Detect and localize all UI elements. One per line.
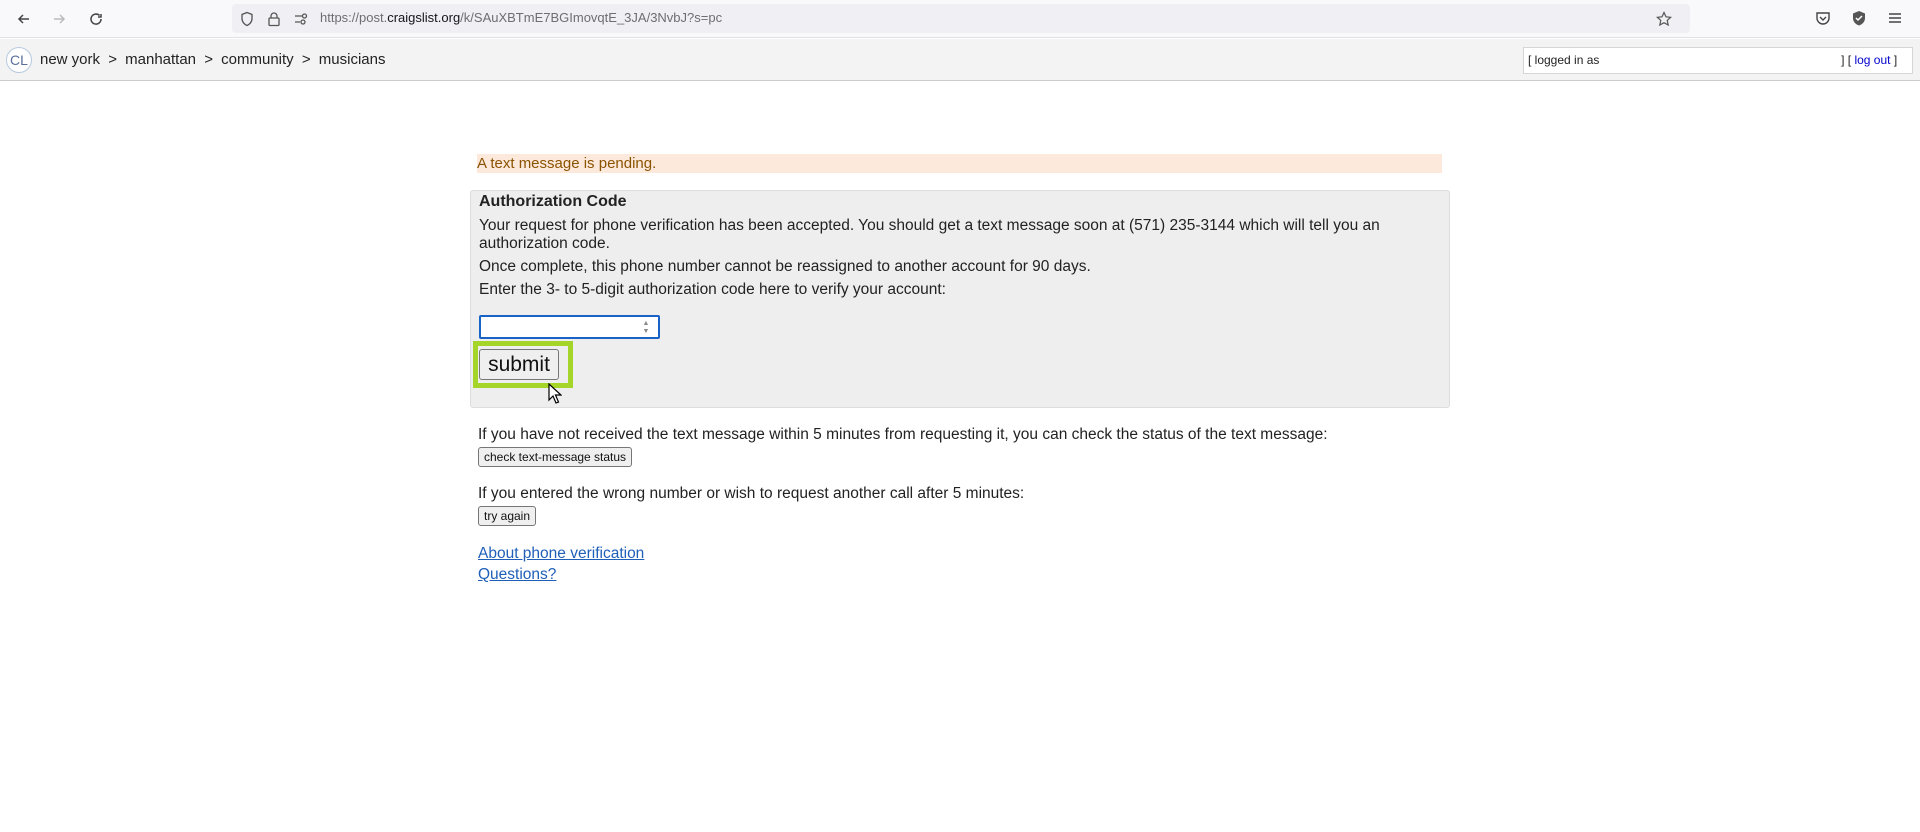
address-bar[interactable]: https://post.craigslist.org/k/SAuXBTmE7B… [232, 4, 1690, 33]
number-spinner[interactable]: ▲ ▼ [639, 320, 653, 336]
logout-link[interactable]: log out [1854, 53, 1890, 67]
back-arrow-icon [17, 14, 29, 24]
breadcrumb-manhattan[interactable]: manhattan [125, 51, 196, 68]
mouse-cursor-icon [548, 383, 562, 404]
login-suffix: ] [1893, 53, 1898, 67]
login-mid: ] [ [1841, 53, 1852, 67]
site-header: CL new york > manhattan > community > mu… [0, 39, 1920, 81]
back-button[interactable] [12, 7, 36, 31]
authorization-code-input[interactable] [479, 315, 660, 339]
breadcrumb-new-york[interactable]: new york [40, 51, 100, 68]
authorization-panel: Authorization Code Your request for phon… [470, 190, 1450, 408]
auth-reassign-note: Once complete, this phone number cannot … [479, 258, 1091, 275]
breadcrumb-community[interactable]: community [221, 51, 294, 68]
lock-icon[interactable] [266, 11, 282, 27]
permissions-icon[interactable] [293, 11, 309, 27]
auth-description: Your request for phone verification has … [479, 217, 1380, 252]
login-prefix: [ logged in as [1528, 53, 1600, 67]
retry-instruction: If you entered the wrong number or wish … [478, 485, 1025, 502]
browser-toolbar: https://post.craigslist.org/k/SAuXBTmE7B… [0, 0, 1920, 38]
auth-instruction: Enter the 3- to 5-digit authorization co… [479, 281, 946, 298]
forward-button[interactable] [47, 7, 71, 31]
pending-notice: A text message is pending. [477, 154, 1442, 173]
questions-link[interactable]: Questions? [478, 566, 556, 584]
check-status-button[interactable]: check text-message status [478, 447, 633, 467]
breadcrumb-separator: > [301, 51, 311, 68]
menu-icon[interactable] [1886, 9, 1904, 27]
shield-icon[interactable] [239, 11, 255, 27]
about-phone-verification-link[interactable]: About phone verification [478, 545, 644, 563]
bookmark-star-icon[interactable] [1656, 11, 1672, 27]
submit-button[interactable]: submit [479, 349, 559, 380]
extension-shield-icon[interactable] [1850, 9, 1868, 27]
redacted-account [1603, 54, 1838, 64]
login-status: [ logged in as ] [ log out ] [1523, 47, 1913, 74]
try-again-button[interactable]: try again [478, 506, 537, 526]
url-text[interactable]: https://post.craigslist.org/k/SAuXBTmE7B… [320, 10, 722, 25]
reload-button[interactable] [84, 7, 108, 31]
breadcrumb-separator: > [204, 51, 213, 68]
auth-title: Authorization Code [479, 193, 627, 210]
forward-arrow-icon [54, 14, 66, 24]
craigslist-logo[interactable]: CL [6, 47, 32, 73]
reload-icon [90, 13, 102, 25]
pocket-icon[interactable] [1814, 9, 1832, 27]
breadcrumb-separator: > [108, 51, 117, 68]
breadcrumb-musicians[interactable]: musicians [319, 51, 386, 68]
status-instruction: If you have not received the text messag… [478, 426, 1328, 443]
breadcrumb: new york > manhattan > community > music… [40, 51, 389, 68]
